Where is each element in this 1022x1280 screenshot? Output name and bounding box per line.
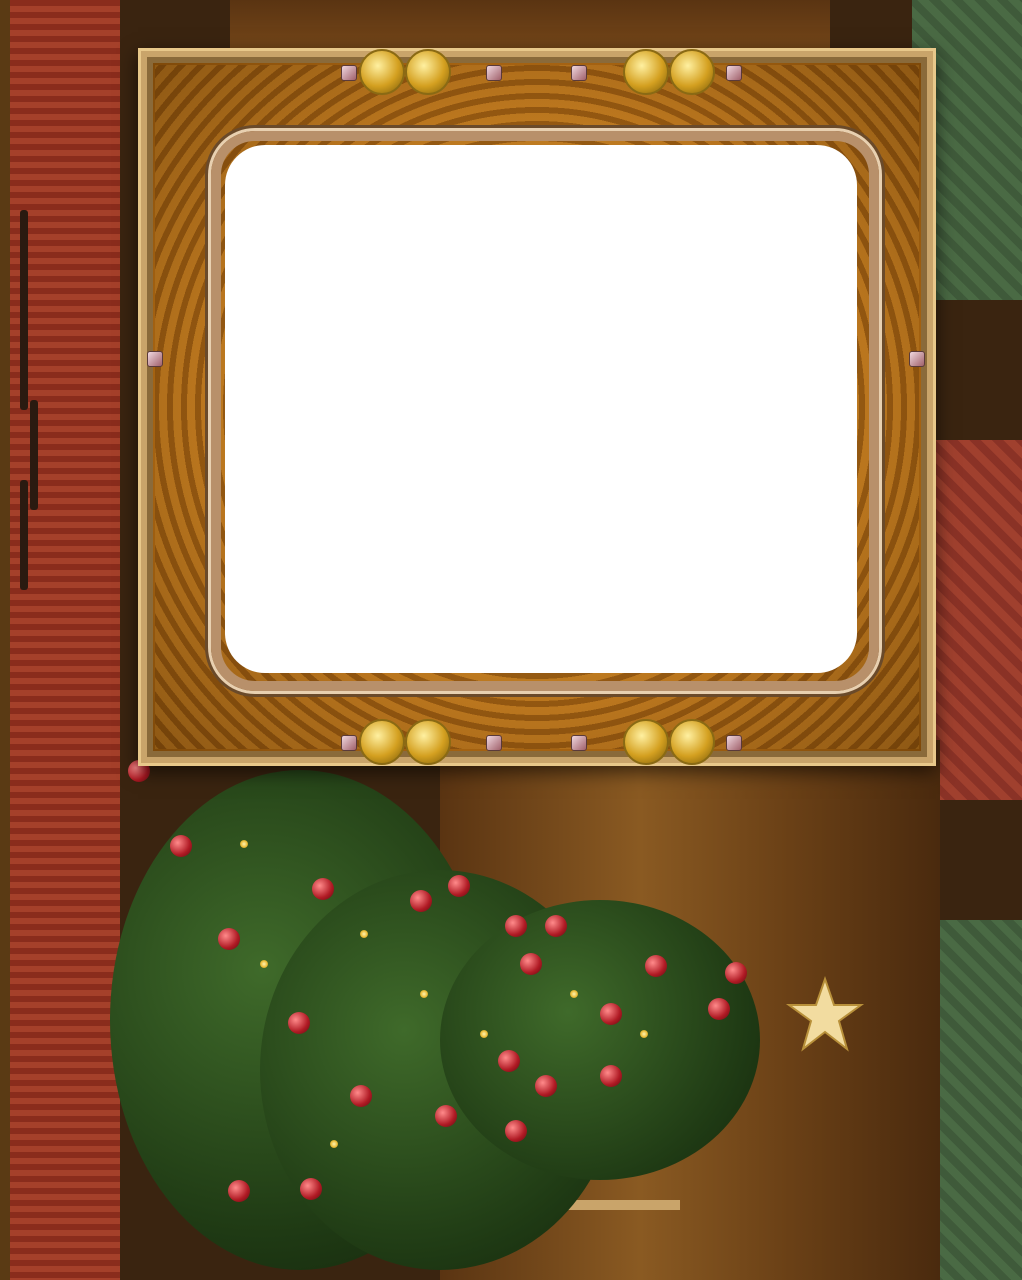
railing-post (20, 480, 28, 590)
carpet-floor (0, 0, 120, 1280)
frame-jewel (571, 65, 587, 81)
tree-light (480, 1030, 488, 1038)
ornament (410, 890, 432, 912)
medallion-ornament (405, 49, 451, 95)
medallion-ornament (405, 719, 451, 765)
frame-jewel (486, 735, 502, 751)
ornament (545, 915, 567, 937)
christmas-tree-icon (440, 900, 760, 1180)
ornament (498, 1050, 520, 1072)
star-icon (785, 975, 865, 1052)
medallion-ornament (623, 49, 669, 95)
tree-light (640, 1030, 648, 1038)
ornament (288, 1012, 310, 1034)
ornament (535, 1075, 557, 1097)
ornament (708, 998, 730, 1020)
medallion-ornament (669, 49, 715, 95)
railing-post (30, 400, 38, 510)
medallion-ornament (359, 719, 405, 765)
medallion-ornament (669, 719, 715, 765)
ornate-gold-frame (138, 48, 936, 766)
frame-jewel (726, 735, 742, 751)
ornament (505, 1120, 527, 1142)
floor-edge (0, 0, 10, 1280)
frame-jewel (486, 65, 502, 81)
tree-light (260, 960, 268, 968)
tree-light (360, 930, 368, 938)
ornament (300, 1178, 322, 1200)
tree-light (570, 990, 578, 998)
ornament (600, 1065, 622, 1087)
ornament (228, 1180, 250, 1202)
ornament (725, 962, 747, 984)
frame-jewel (147, 351, 163, 367)
frame-jewel (726, 65, 742, 81)
medallion-ornament (359, 49, 405, 95)
ornament (600, 1003, 622, 1025)
frame-jewel (341, 65, 357, 81)
railing-post (20, 300, 28, 410)
ornament (505, 915, 527, 937)
frame-jewel (909, 351, 925, 367)
tree-light (420, 990, 428, 998)
christmas-room-background (0, 0, 1022, 1280)
ornament (350, 1085, 372, 1107)
ornament (435, 1105, 457, 1127)
ornament (520, 953, 542, 975)
tree-light (330, 1140, 338, 1148)
ornament (448, 875, 470, 897)
frame-jewel (341, 735, 357, 751)
ornament (645, 955, 667, 977)
green-wall-panel-bottom (932, 920, 1022, 1280)
tree-light (240, 840, 248, 848)
photo-placeholder (225, 145, 857, 673)
ornament (218, 928, 240, 950)
frame-jewel (571, 735, 587, 751)
ornament (312, 878, 334, 900)
ornament (170, 835, 192, 857)
medallion-ornament (623, 719, 669, 765)
